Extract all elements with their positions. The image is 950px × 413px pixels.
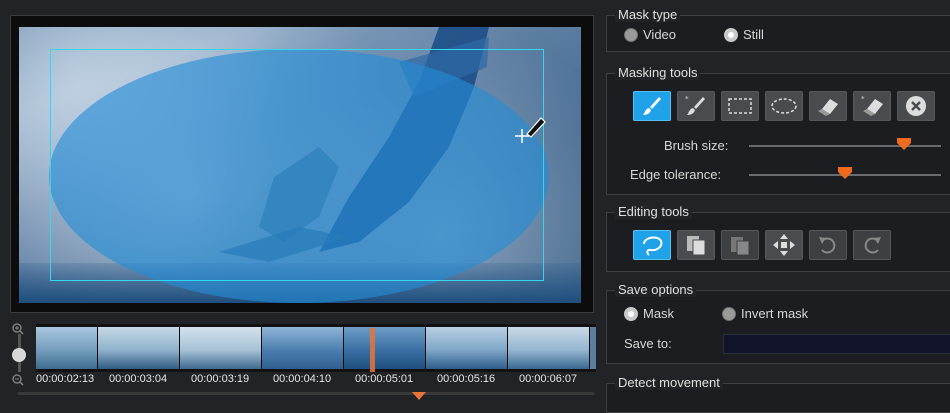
smart-eraser-icon [818,99,838,116]
copy-icon [687,236,706,256]
timecode-label: 00:00:04:10 [273,373,332,385]
frame-thumbnail[interactable] [36,327,98,369]
radio-video-label: Video [643,27,677,42]
filmstrip[interactable] [36,324,596,372]
ellipse-select-icon [771,98,797,114]
brush-cursor-icon [515,117,546,143]
smart-eraser-button[interactable] [809,91,847,121]
playhead-icon[interactable] [412,392,426,400]
radio-invert-mask-dot[interactable] [722,306,736,321]
detect-movement-group: Detect movement [606,375,950,413]
video-preview[interactable] [19,27,581,303]
brush-size-label: Brush size: [664,138,729,153]
rectangle-select-icon [728,98,752,114]
radio-still-label: Still [743,27,764,42]
timecode-label: 00:00:05:01 [355,373,414,385]
brush-button[interactable]: * [677,91,715,121]
timeline-scrubber[interactable] [18,392,594,395]
svg-text:*: * [861,95,865,103]
editing-toolbar [633,230,903,260]
timecode-label: 00:00:03:19 [191,373,250,385]
eraser-button[interactable]: * [853,91,891,121]
timecode-label: 00:00:02:13 [36,373,95,385]
timecode-label: 00:00:06:07 [519,373,578,385]
frame-thumbnail[interactable] [508,327,590,369]
ellipse-select-button[interactable] [765,91,803,121]
zoom-slider-thumb[interactable] [12,348,26,362]
paste-button[interactable] [721,230,759,260]
preview-frame [10,15,594,313]
redo-icon [864,237,881,254]
save-options-group: Save options Mask Invert mask Save to: [606,282,950,364]
frame-thumbnail[interactable] [344,327,426,369]
mask-type-title: Mask type [615,7,681,22]
frame-thumbnail[interactable] [590,327,596,369]
masking-tools-group: Masking tools * * Brush size: Edge toler… [606,65,950,195]
smart-brush-button[interactable] [633,91,671,121]
save-to-field[interactable] [723,334,950,354]
eraser-icon: * [861,95,883,116]
brush-size-slider[interactable] [749,145,941,147]
clear-icon [906,96,926,116]
save-options-title: Save options [615,282,697,297]
undo-icon [819,237,836,254]
frame-thumbnail[interactable] [180,327,262,369]
smart-brush-icon [643,97,661,115]
svg-text:*: * [685,95,689,103]
frame-thumbnail[interactable] [98,327,180,369]
move-button[interactable] [765,230,803,260]
rectangle-select-button[interactable] [721,91,759,121]
radio-mask[interactable]: Mask [624,306,674,321]
radio-still-dot[interactable] [724,27,738,42]
frame-thumbnail[interactable] [262,327,344,369]
lasso-button[interactable] [633,230,671,260]
frame-thumbnail[interactable] [426,327,508,369]
radio-mask-dot[interactable] [624,306,638,321]
radio-video[interactable]: Video [624,27,676,42]
radio-still[interactable]: Still [724,27,764,42]
copy-button[interactable] [677,230,715,260]
masking-toolbar: * * [633,91,943,121]
edge-tolerance-slider-thumb[interactable] [838,167,852,179]
radio-video-dot[interactable] [624,27,638,42]
masking-tools-title: Masking tools [615,65,701,80]
mask-type-group: Mask type Video Still [606,7,950,52]
timecode-row: 00:00:02:13 00:00:03:04 00:00:03:19 00:0… [36,373,596,387]
brush-size-slider-thumb[interactable] [897,138,911,150]
current-frame-marker[interactable] [370,328,375,372]
zoom-out-icon[interactable] [12,374,24,386]
save-to-label: Save to: [624,336,672,351]
edge-tolerance-label: Edge tolerance: [630,167,722,182]
timecode-label: 00:00:05:16 [437,373,496,385]
redo-button[interactable] [853,230,891,260]
radio-invert-mask[interactable]: Invert mask [722,306,808,321]
detect-movement-title: Detect movement [615,375,723,390]
lasso-icon [643,236,663,256]
editing-tools-title: Editing tools [615,204,692,219]
brush-icon: * [685,95,705,115]
timecode-label: 00:00:03:04 [109,373,168,385]
editing-tools-group: Editing tools [606,204,950,272]
radio-mask-label: Mask [643,306,675,321]
paste-icon [731,237,750,256]
move-icon [773,234,795,256]
selection-rectangle[interactable] [50,49,544,281]
radio-invert-mask-label: Invert mask [741,306,809,321]
undo-button[interactable] [809,230,847,260]
clear-mask-button[interactable] [897,91,935,121]
